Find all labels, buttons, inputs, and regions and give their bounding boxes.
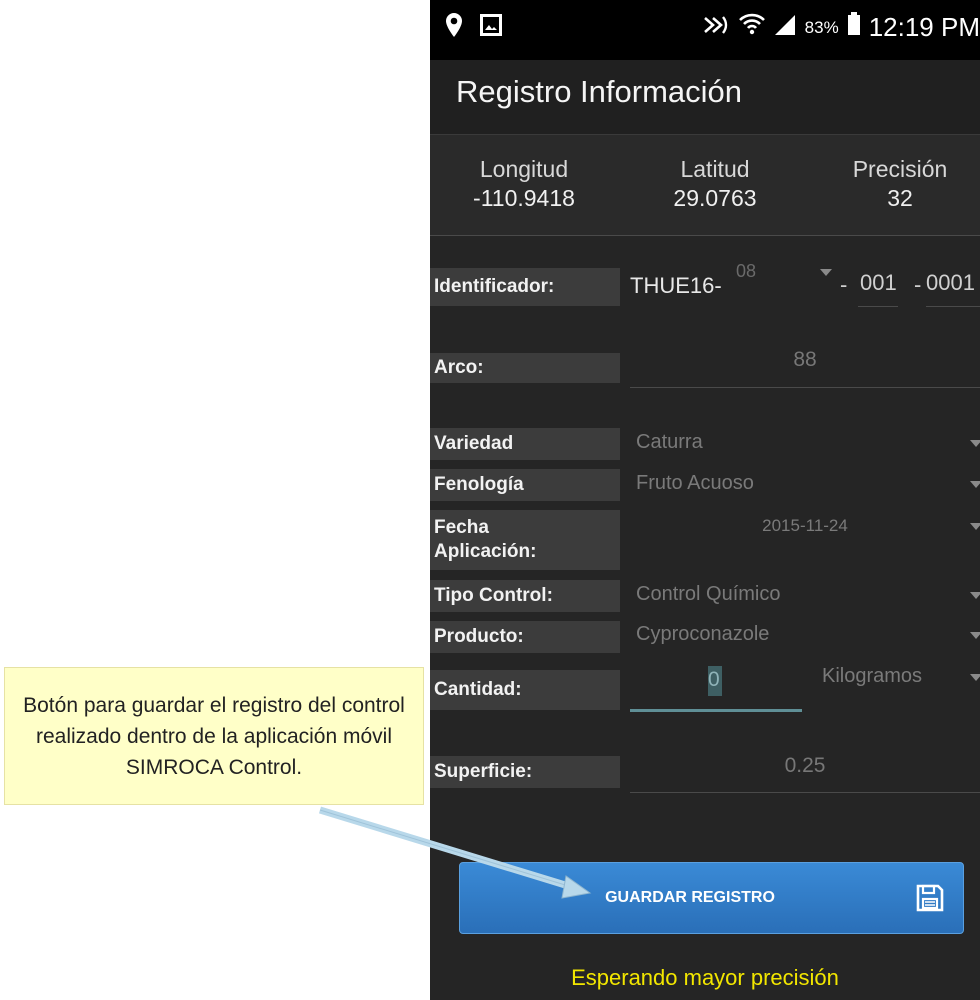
identificador-part3-value: 0001: [926, 270, 975, 295]
nfc-icon: [703, 12, 731, 43]
signal-icon: [773, 12, 797, 43]
cantidad-input[interactable]: 0: [630, 660, 802, 712]
fecha-aplicacion-label: Fecha Aplicación:: [430, 510, 620, 570]
chevron-down-icon: [970, 632, 980, 639]
superficie-input[interactable]: 0.25: [630, 746, 980, 794]
callout-box: Botón para guardar el registro del contr…: [4, 667, 424, 805]
chevron-down-icon: [970, 481, 980, 488]
superficie-underline: [630, 792, 980, 793]
fenologia-dropdown[interactable]: Fruto Acuoso: [630, 469, 980, 501]
variedad-value: Caturra: [636, 431, 703, 453]
fecha-aplicacion-value: 2015-11-24: [762, 516, 848, 535]
precision-block: Precisión 32: [830, 155, 970, 213]
producto-dropdown[interactable]: Cyproconazole: [630, 620, 980, 652]
chevron-down-icon: [970, 523, 980, 530]
chevron-down-icon: [820, 269, 832, 276]
identificador-separator-1: -: [840, 272, 848, 297]
identificador-part2-input[interactable]: 001: [858, 262, 920, 308]
identificador-part2-underline: [858, 306, 898, 307]
callout-text: Botón para guardar el registro del contr…: [23, 693, 405, 779]
cantidad-value: 0: [708, 668, 720, 691]
clock: 12:19 PM: [868, 12, 980, 42]
status-bar: 83% 12:19 PM: [430, 0, 980, 60]
image-icon: [480, 14, 502, 41]
tipo-control-value: Control Químico: [636, 583, 781, 605]
tipo-control-label: Tipo Control:: [430, 580, 620, 612]
save-icon: [915, 883, 945, 918]
cantidad-label: Cantidad:: [430, 670, 620, 710]
identificador-dropdown[interactable]: 08: [720, 255, 840, 307]
precision-label: Precisión: [852, 156, 948, 182]
wifi-icon: [738, 12, 765, 43]
latitude-block: Latitud 29.0763: [655, 155, 775, 213]
superficie-label: Superficie:: [430, 756, 620, 788]
identificador-dropdown-value: 08: [736, 261, 757, 281]
cantidad-unit-value: Kilogramos: [822, 665, 923, 687]
variedad-dropdown[interactable]: Caturra: [630, 428, 980, 460]
fecha-label-line1: Fecha: [434, 517, 489, 538]
variedad-label: Variedad: [430, 428, 620, 460]
save-record-button[interactable]: GUARDAR REGISTRO: [459, 862, 964, 934]
cantidad-unit-dropdown[interactable]: Kilogramos: [810, 662, 980, 696]
producto-value: Cyproconazole: [636, 623, 770, 645]
phone-screen: 83% 12:19 PM Registro Información Longit…: [430, 0, 980, 1000]
chevron-down-icon: [970, 592, 980, 599]
arco-input[interactable]: 88: [630, 340, 980, 388]
precision-value: 32: [887, 185, 913, 211]
chevron-down-icon: [970, 440, 980, 447]
app-bar: Registro Información: [430, 60, 980, 135]
longitude-block: Longitud -110.9418: [454, 155, 594, 213]
save-record-button-label: GUARDAR REGISTRO: [605, 889, 775, 906]
identificador-part3-input[interactable]: 0001: [926, 262, 980, 308]
battery-icon: [847, 12, 861, 43]
longitude-label: Longitud: [479, 156, 569, 182]
identificador-label: Identificador:: [430, 268, 620, 306]
identificador-prefix: THUE16-: [630, 273, 722, 298]
location-pin-icon: [444, 12, 464, 43]
fecha-label-line2: Aplicación:: [434, 541, 537, 562]
identificador-part2-value: 001: [860, 270, 897, 295]
superficie-value: 0.25: [784, 754, 826, 777]
arco-underline: [630, 387, 980, 388]
tipo-control-dropdown[interactable]: Control Químico: [630, 580, 980, 612]
arco-label: Arco:: [430, 353, 620, 383]
arco-value: 88: [793, 348, 817, 371]
page-title: Registro Información: [456, 74, 743, 109]
producto-label: Producto:: [430, 621, 620, 653]
battery-percent: 83%: [804, 17, 839, 37]
status-message: Esperando mayor precisión: [571, 965, 839, 990]
identificador-part3-underline: [926, 306, 980, 307]
latitude-value: 29.0763: [673, 185, 757, 211]
identificador-separator-2: -: [914, 272, 922, 297]
cantidad-focus-underline: [630, 709, 802, 712]
coordinates-panel: Longitud -110.9418 Latitud 29.0763 Preci…: [430, 135, 980, 236]
fenologia-label: Fenología: [430, 469, 620, 501]
fenologia-value: Fruto Acuoso: [636, 472, 754, 494]
chevron-down-icon: [970, 674, 980, 681]
longitude-value: -110.9418: [473, 185, 575, 211]
latitude-label: Latitud: [680, 156, 750, 182]
fecha-aplicacion-dropdown[interactable]: 2015-11-24: [630, 512, 980, 546]
